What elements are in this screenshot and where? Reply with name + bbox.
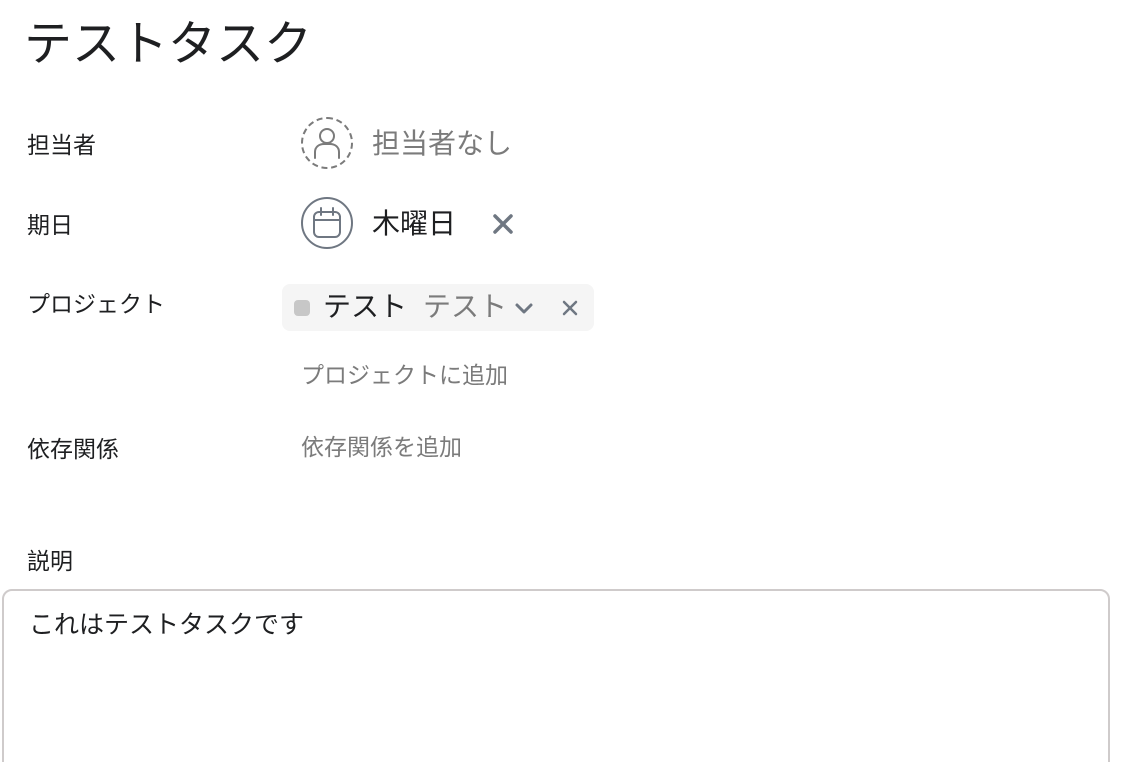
description-editor[interactable]: これはテストタスクです bbox=[2, 589, 1110, 762]
due-date-value[interactable]: 木曜日 bbox=[372, 206, 456, 242]
due-date-label: 期日 bbox=[27, 213, 73, 239]
task-title[interactable]: テストタスク bbox=[24, 14, 312, 74]
calendar-icon bbox=[312, 207, 342, 239]
project-chip[interactable]: テスト テスト bbox=[282, 284, 594, 331]
project-name[interactable]: テスト bbox=[323, 289, 407, 325]
assignee-avatar-button[interactable] bbox=[301, 117, 353, 169]
chevron-down-icon[interactable] bbox=[512, 296, 536, 320]
description-label: 説明 bbox=[27, 549, 73, 575]
description-text[interactable]: これはテストタスクです bbox=[29, 608, 304, 642]
due-date-button[interactable] bbox=[301, 197, 353, 249]
projects-label: プロジェクト bbox=[27, 292, 165, 318]
dependencies-label: 依存関係 bbox=[27, 437, 119, 463]
task-detail-pane: テストタスク 担当者 担当者なし 期日 木曜日 プロジェクト テスト テスト プ… bbox=[0, 0, 1122, 762]
close-icon bbox=[492, 213, 514, 235]
clear-due-date-button[interactable] bbox=[487, 206, 519, 242]
remove-project-button[interactable] bbox=[558, 296, 582, 320]
project-section-select[interactable]: テスト bbox=[423, 289, 507, 325]
add-to-project-link[interactable]: プロジェクトに追加 bbox=[301, 361, 508, 391]
project-color-swatch bbox=[294, 300, 310, 316]
assignee-value[interactable]: 担当者なし bbox=[372, 126, 512, 162]
user-icon bbox=[313, 127, 341, 159]
assignee-label: 担当者 bbox=[27, 133, 96, 159]
add-dependency-link[interactable]: 依存関係を追加 bbox=[301, 433, 462, 463]
